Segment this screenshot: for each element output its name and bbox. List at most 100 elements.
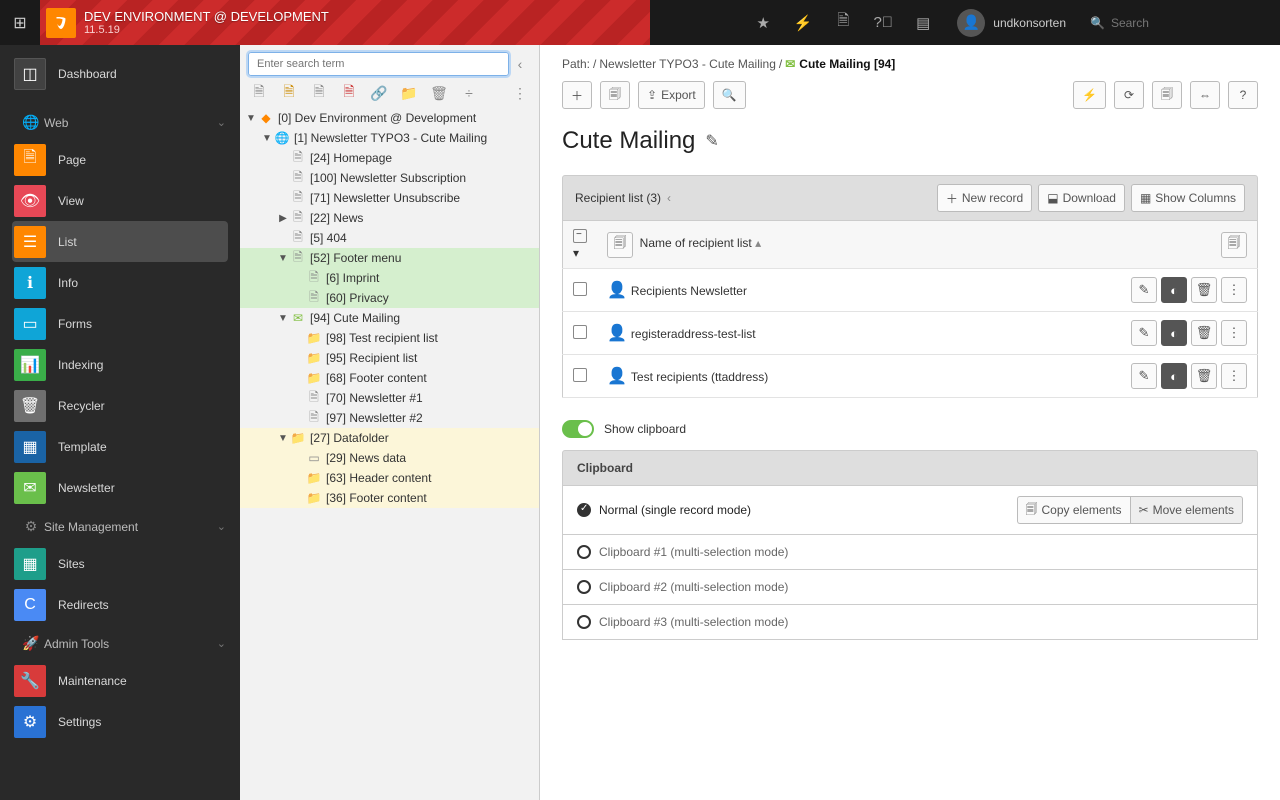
tree-toggle-icon[interactable]: ▼ (276, 433, 290, 444)
help-button[interactable]: ? (1228, 81, 1258, 109)
delete-button[interactable]: 🗑 (1191, 320, 1217, 346)
tree-node-52[interactable]: ▼🗎[52] Footer menu (240, 248, 539, 268)
select-dropdown-icon[interactable]: ▾ (573, 246, 579, 260)
tree-node-98[interactable]: 📁[98] Test recipient list (240, 328, 539, 348)
row-name[interactable]: Recipients Newsletter (631, 284, 747, 298)
clipboard-header-button[interactable]: 🗐 (1221, 232, 1247, 258)
module-list[interactable]: ☰List (12, 221, 228, 262)
tree-node-0[interactable]: ▼◆[0] Dev Environment @ Development (240, 108, 539, 128)
more-button[interactable]: ⋮ (1221, 320, 1247, 346)
more-button[interactable]: ⋮ (1221, 277, 1247, 303)
more-button[interactable]: ⋮ (1221, 363, 1247, 389)
share-button[interactable]: ⇔ (1190, 81, 1220, 109)
tree-node-22[interactable]: ▶🗎[22] News (240, 208, 539, 228)
tree-node-36[interactable]: 📁[36] Footer content (240, 488, 539, 508)
edit-button[interactable]: ✎ (1131, 277, 1157, 303)
tree-node-24[interactable]: 🗎[24] Homepage (240, 148, 539, 168)
module-recycler[interactable]: 🗑Recycler (0, 385, 240, 426)
tree-node-97[interactable]: 🗎[97] Newsletter #2 (240, 408, 539, 428)
row-name[interactable]: Test recipients (ttaddress) (631, 370, 768, 384)
tree-toggle-icon[interactable]: ▼ (244, 113, 258, 124)
tree-node-6[interactable]: 🗎[6] Imprint (240, 268, 539, 288)
search-button[interactable]: 🔍 (713, 81, 746, 109)
new-page-icon[interactable]: 🗎 (250, 84, 268, 102)
clipboard-radio[interactable] (577, 503, 591, 517)
help-icon[interactable]: ?⃝ (863, 0, 903, 45)
opendocs-icon[interactable]: 🗎 (823, 0, 863, 45)
more-icon[interactable]: ⋮ (511, 84, 529, 102)
edit-button[interactable]: ✎ (1131, 320, 1157, 346)
systeminfo-icon[interactable]: ▤ (903, 0, 943, 45)
export-button[interactable]: ⇪Export (638, 81, 705, 109)
bookmark-button[interactable]: 🗐 (1152, 81, 1182, 109)
module-dashboard[interactable]: ◫ Dashboard (12, 53, 228, 94)
clipboard-radio[interactable] (577, 545, 591, 559)
clipboard-radio[interactable] (577, 615, 591, 629)
hide-toggle[interactable]: ◐ (1161, 363, 1187, 389)
link-icon[interactable]: 🔗 (370, 84, 388, 102)
hide-toggle[interactable]: ◐ (1161, 320, 1187, 346)
copy-elements-button[interactable]: 🗐 Copy elements (1017, 496, 1130, 524)
cache-flush-button[interactable]: ⚡ (1073, 81, 1106, 109)
branding[interactable]: DEV ENVIRONMENT @ DEVELOPMENT 11.5.19 (40, 8, 329, 38)
tree-node-70[interactable]: 🗎[70] Newsletter #1 (240, 388, 539, 408)
collapse-icon[interactable]: ‹ (667, 191, 671, 205)
show-clipboard-toggle[interactable] (562, 420, 594, 438)
module-maintenance[interactable]: 🔧Maintenance (0, 660, 240, 701)
new-record-button[interactable]: ＋ (562, 81, 592, 109)
tree-node-94[interactable]: ▼✉[94] Cute Mailing (240, 308, 539, 328)
row-name[interactable]: registeraddress-test-list (631, 327, 756, 341)
group-site[interactable]: ⚙ Site Management ⌄ (0, 508, 240, 543)
new-page-shortcut-icon[interactable]: 🗎 (310, 84, 328, 102)
tree-node-60[interactable]: 🗎[60] Privacy (240, 288, 539, 308)
module-forms[interactable]: ▭Forms (0, 303, 240, 344)
clipboard-row-1[interactable]: Clipboard #1 (multi-selection mode) (562, 535, 1258, 570)
tree-node-1[interactable]: ▼🌐[1] Newsletter TYPO3 - Cute Mailing (240, 128, 539, 148)
module-settings[interactable]: ⚙Settings (0, 701, 240, 742)
module-indexing[interactable]: 📊Indexing (0, 344, 240, 385)
new-page-delete-icon[interactable]: 🗎 (340, 84, 358, 102)
tree-node-27[interactable]: ▼📁[27] Datafolder (240, 428, 539, 448)
module-newsletter[interactable]: ✉Newsletter (0, 467, 240, 508)
tree-node-63[interactable]: 📁[63] Header content (240, 468, 539, 488)
edit-button[interactable]: ✎ (1131, 363, 1157, 389)
row-checkbox[interactable] (573, 368, 587, 382)
delete-button[interactable]: 🗑 (1191, 277, 1217, 303)
clipboard-row-3[interactable]: Clipboard #3 (multi-selection mode) (562, 605, 1258, 640)
module-redirects[interactable]: CRedirects (0, 584, 240, 625)
global-search[interactable]: 🔍 (1080, 0, 1280, 45)
new-record-button[interactable]: ＋New record (937, 184, 1032, 212)
user-menu[interactable]: 👤 undkonsorten (943, 0, 1080, 45)
new-page-user-icon[interactable]: 🗎 (280, 84, 298, 102)
delete-button[interactable]: 🗑 (1191, 363, 1217, 389)
reload-button[interactable]: ⟳ (1114, 81, 1144, 109)
view-button[interactable]: 🗐 (600, 81, 630, 109)
group-web[interactable]: 🌐 Web ⌄ (0, 104, 240, 139)
module-info[interactable]: ℹInfo (0, 262, 240, 303)
pagetree-search-input[interactable] (248, 52, 509, 76)
tree-node-29[interactable]: ▭[29] News data (240, 448, 539, 468)
module-view[interactable]: 👁View (0, 180, 240, 221)
column-header[interactable]: Name of recipient list (640, 236, 752, 250)
tree-node-71[interactable]: 🗎[71] Newsletter Unsubscribe (240, 188, 539, 208)
tree-toggle-icon[interactable]: ▶ (276, 213, 290, 224)
edit-all-button[interactable]: 🗐 (607, 232, 633, 258)
tree-node-5[interactable]: 🗎[5] 404 (240, 228, 539, 248)
clipboard-row-0[interactable]: Normal (single record mode)🗐 Copy elemen… (562, 486, 1258, 535)
tree-node-95[interactable]: 📁[95] Recipient list (240, 348, 539, 368)
bookmark-icon[interactable]: ★ (743, 0, 783, 45)
path-root[interactable]: / (593, 57, 596, 71)
global-search-input[interactable] (1111, 16, 1261, 30)
show-columns-button[interactable]: ▦Show Columns (1131, 184, 1245, 212)
edit-title-icon[interactable]: ✎ (705, 131, 718, 151)
trash-icon[interactable]: 🗑 (430, 84, 448, 102)
clipboard-row-2[interactable]: Clipboard #2 (multi-selection mode) (562, 570, 1258, 605)
download-button[interactable]: ⬓Download (1038, 184, 1125, 212)
module-sites[interactable]: ▦Sites (0, 543, 240, 584)
module-page[interactable]: 🗎Page (0, 139, 240, 180)
group-admin[interactable]: 🚀 Admin Tools ⌄ (0, 625, 240, 660)
move-elements-button[interactable]: ✂ Move elements (1130, 496, 1243, 524)
tree-toggle-icon[interactable]: ▼ (276, 253, 290, 264)
apps-icon[interactable]: ⊞ (0, 0, 40, 45)
folder-icon[interactable]: 📁 (400, 84, 418, 102)
